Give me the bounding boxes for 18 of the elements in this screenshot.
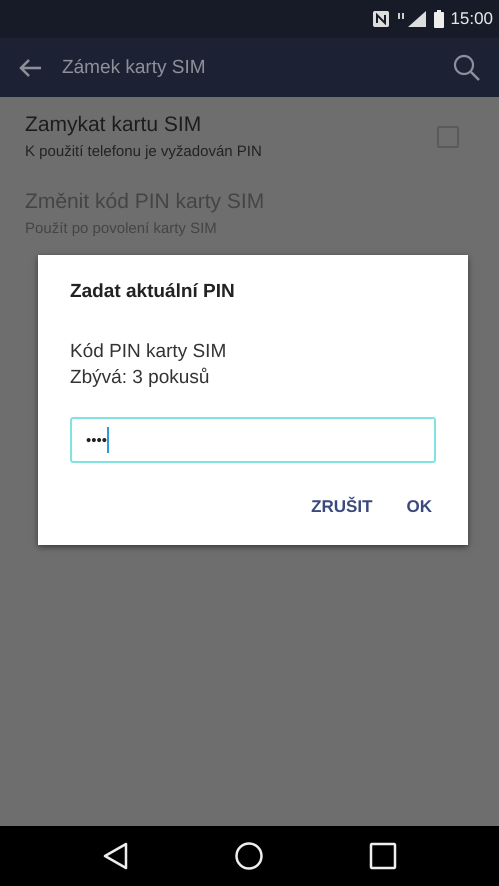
signal-icon — [396, 10, 428, 28]
toolbar-title: Zámek karty SIM — [62, 56, 207, 78]
square-icon[interactable] — [368, 842, 396, 870]
back-triangle-icon[interactable] — [102, 842, 128, 870]
nfc-icon — [372, 10, 390, 28]
search-icon[interactable] — [453, 54, 481, 82]
dialog-title: Zadat aktuální PIN — [70, 281, 236, 303]
dialog-message: Kód PIN karty SIM — [70, 340, 228, 364]
back-arrow-icon[interactable] — [18, 58, 42, 78]
setting-subtitle: K použití telefonu je vyžadován PIN — [25, 143, 263, 160]
dialog-button[interactable]: ZRUŠIT — [307, 491, 376, 523]
home-circle-icon[interactable] — [234, 841, 264, 871]
pin-input-field[interactable]: •••• — [70, 417, 436, 463]
dialog-message: Zbývá: 3 pokusů — [70, 366, 210, 390]
status-time: 15:00 — [450, 9, 493, 29]
setting-title: Zamykat kartu SIM — [25, 113, 202, 137]
battery-icon — [434, 10, 444, 28]
dialog-button[interactable]: OK — [402, 491, 436, 523]
